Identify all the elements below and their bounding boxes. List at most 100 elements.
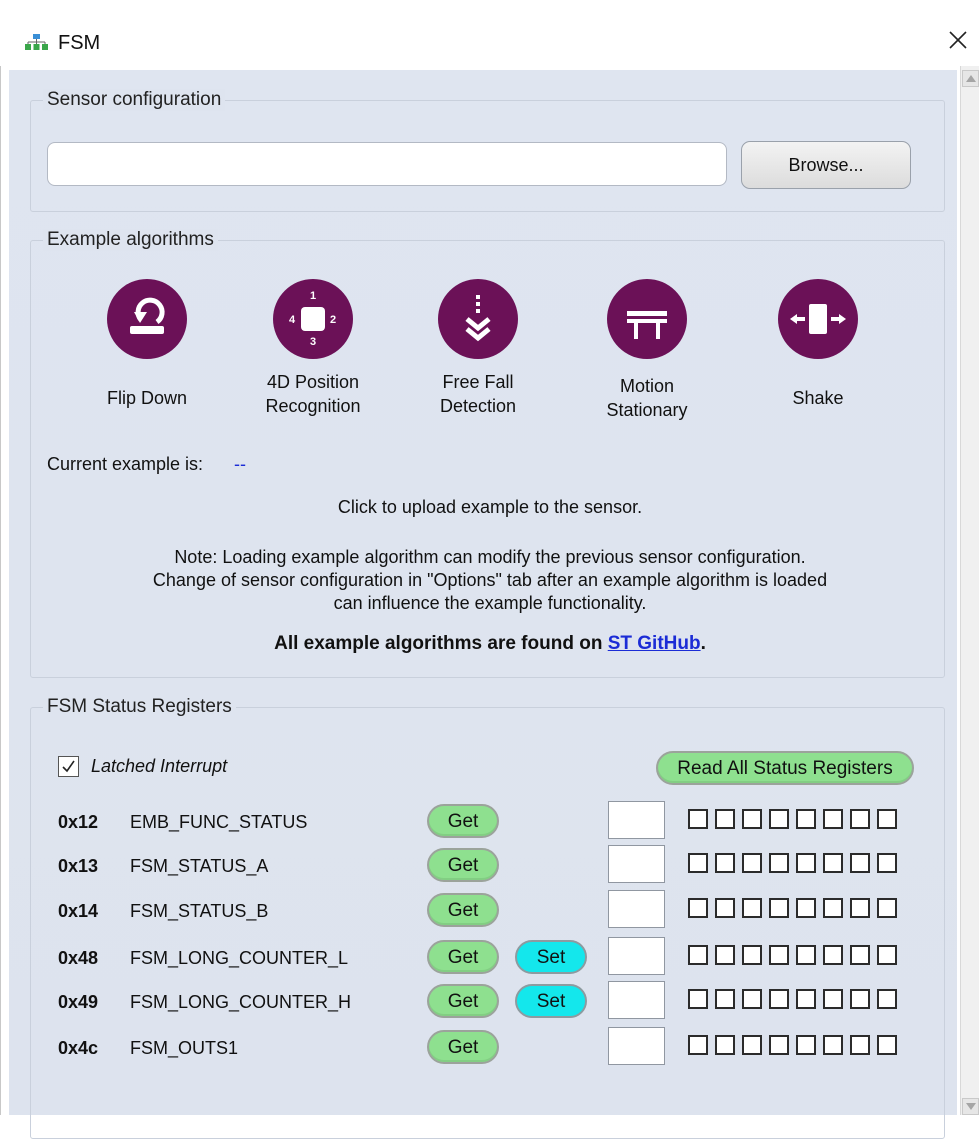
title-bar: FSM <box>0 0 979 67</box>
register-bit <box>715 898 735 918</box>
example-free-fall[interactable]: Free Fall Detection <box>403 279 553 418</box>
register-name: FSM_OUTS1 <box>130 1038 239 1058</box>
get-button[interactable]: Get <box>427 940 499 974</box>
register-bit <box>877 945 897 965</box>
4d-position-icon: 1 2 3 4 <box>273 279 353 359</box>
flip-down-label: Flip Down <box>106 388 188 408</box>
note-line-1: Note: Loading example algorithm can modi… <box>174 547 806 567</box>
4d-digit-top: 1 <box>310 290 316 302</box>
register-bit <box>742 809 762 829</box>
current-example-label: Current example is: <box>47 454 204 474</box>
register-bit <box>823 809 843 829</box>
register-name: FSM_LONG_COUNTER_H <box>130 992 352 1012</box>
register-bit <box>688 853 708 873</box>
register-bit <box>715 809 735 829</box>
free-fall-label-line1: Free Fall <box>442 372 514 392</box>
register-address: 0x12 <box>58 812 99 832</box>
get-button[interactable]: Get <box>427 893 499 927</box>
get-button[interactable]: Get <box>427 804 499 838</box>
register-bit <box>796 1035 816 1055</box>
register-bit <box>850 989 870 1009</box>
register-address: 0x48 <box>58 948 99 968</box>
scroll-up-button[interactable] <box>962 70 979 87</box>
example-4d-position[interactable]: 1 2 3 4 4D Position Recognition <box>238 279 388 418</box>
example-motion-stationary[interactable]: Motion Stationary <box>572 279 722 422</box>
register-bit <box>850 809 870 829</box>
example-algorithms-legend: Example algorithms <box>43 229 218 251</box>
shake-icon <box>778 279 858 359</box>
latched-interrupt-label: Latched Interrupt <box>91 756 228 776</box>
set-button[interactable]: Set <box>515 984 587 1018</box>
register-bit <box>769 945 789 965</box>
register-bit <box>715 989 735 1009</box>
sensor-config-path-input[interactable] <box>47 142 727 186</box>
checkmark-icon <box>62 760 75 773</box>
register-bit <box>769 989 789 1009</box>
register-bit <box>796 945 816 965</box>
register-value-field[interactable] <box>608 1027 665 1065</box>
register-bit <box>823 989 843 1009</box>
register-bit <box>688 809 708 829</box>
flip-down-icon <box>107 279 187 359</box>
free-fall-icon <box>438 279 518 359</box>
register-bit <box>742 945 762 965</box>
register-value-field[interactable] <box>608 890 665 928</box>
register-name: FSM_LONG_COUNTER_L <box>130 948 349 968</box>
fsm-window: FSM Sensor configuration Browse... Examp… <box>0 0 979 1139</box>
register-bit <box>769 853 789 873</box>
register-bit <box>850 945 870 965</box>
register-bit <box>715 853 735 873</box>
register-bit <box>877 898 897 918</box>
register-bit <box>877 809 897 829</box>
register-bit <box>769 809 789 829</box>
window-title: FSM <box>58 32 101 54</box>
get-button[interactable]: Get <box>427 984 499 1018</box>
4d-digit-bottom: 3 <box>310 336 316 348</box>
free-fall-label-line2: Detection <box>439 396 517 416</box>
read-all-status-registers-button[interactable]: Read All Status Registers <box>656 751 914 785</box>
vertical-scrollbar[interactable] <box>960 66 979 1115</box>
latched-interrupt-checkbox[interactable] <box>58 756 79 777</box>
register-bit <box>823 853 843 873</box>
register-address: 0x49 <box>58 992 99 1012</box>
register-bit <box>877 853 897 873</box>
register-value-field[interactable] <box>608 981 665 1019</box>
register-bit <box>796 989 816 1009</box>
github-note: All example algorithms are found on ST G… <box>274 633 706 654</box>
browse-button[interactable]: Browse... <box>741 141 911 189</box>
register-bit <box>823 945 843 965</box>
register-bit <box>688 1035 708 1055</box>
register-address: 0x4c <box>58 1038 99 1058</box>
register-value-field[interactable] <box>608 801 665 839</box>
get-button[interactable]: Get <box>427 848 499 882</box>
register-row: 0x14 FSM_STATUS_B Get <box>0 890 960 937</box>
register-bit <box>742 1035 762 1055</box>
fsm-status-registers-legend: FSM Status Registers <box>43 696 236 718</box>
register-bit <box>823 898 843 918</box>
register-bit <box>742 853 762 873</box>
register-name: FSM_STATUS_A <box>130 856 269 876</box>
register-bit <box>850 898 870 918</box>
4d-position-label-line1: 4D Position <box>266 372 360 392</box>
note-line-3: can influence the example functionality. <box>333 593 647 613</box>
register-bit <box>877 989 897 1009</box>
example-shake[interactable]: Shake <box>743 279 893 410</box>
4d-position-label-line2: Recognition <box>265 396 361 416</box>
register-bit <box>688 945 708 965</box>
register-value-field[interactable] <box>608 937 665 975</box>
close-icon[interactable] <box>946 28 970 52</box>
register-name: FSM_STATUS_B <box>130 901 269 921</box>
register-value-field[interactable] <box>608 845 665 883</box>
upload-hint: Click to upload example to the sensor. <box>337 497 643 517</box>
get-button[interactable]: Get <box>427 1030 499 1064</box>
arrow-up-icon <box>966 75 976 82</box>
st-github-link[interactable]: ST GitHub <box>608 633 701 654</box>
scroll-down-button[interactable] <box>962 1098 979 1115</box>
register-bit <box>715 1035 735 1055</box>
register-bit <box>796 853 816 873</box>
register-bit <box>850 853 870 873</box>
shake-label: Shake <box>792 388 844 408</box>
set-button[interactable]: Set <box>515 940 587 974</box>
register-row: 0x4c FSM_OUTS1 Get <box>0 1027 960 1074</box>
example-flip-down[interactable]: Flip Down <box>72 279 222 410</box>
